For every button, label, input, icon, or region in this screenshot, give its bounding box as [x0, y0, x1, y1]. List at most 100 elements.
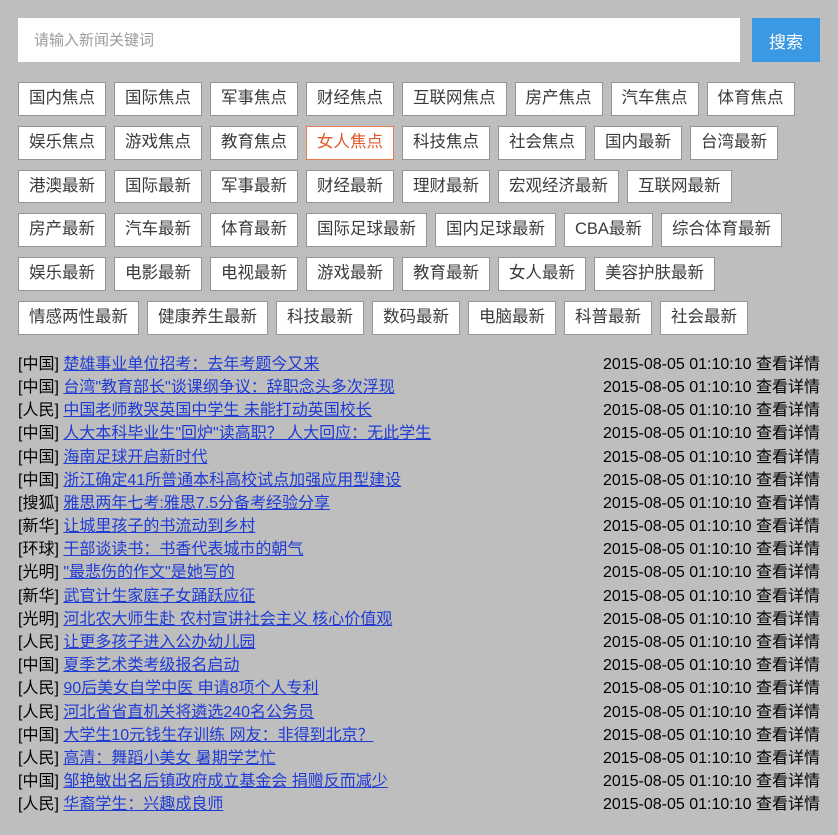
category-tag[interactable]: 宏观经济最新	[498, 170, 619, 204]
news-timestamp: 2015-08-05 01:10:10	[603, 727, 752, 744]
category-tag[interactable]: 汽车焦点	[611, 82, 699, 116]
category-tag[interactable]: 军事焦点	[210, 82, 298, 116]
news-title-link[interactable]: 海南足球开启新时代	[63, 449, 207, 466]
category-tag[interactable]: 娱乐焦点	[18, 126, 106, 160]
category-tag[interactable]: 娱乐最新	[18, 257, 106, 291]
news-title-link[interactable]: 武官计生家庭子女踊跃应征	[63, 588, 255, 605]
news-title-link[interactable]: 台湾"教育部长"谈课纲争议：辞职念头多次浮现	[63, 379, 394, 396]
news-detail-link[interactable]: 查看详情	[756, 564, 820, 581]
category-tag[interactable]: 美容护肤最新	[594, 257, 715, 291]
category-tag[interactable]: 科普最新	[564, 301, 652, 335]
news-left: [人民] 华裔学生：兴趣成良师	[18, 793, 595, 816]
category-tag[interactable]: 科技焦点	[402, 126, 490, 160]
category-tag[interactable]: 体育最新	[210, 213, 298, 247]
news-detail-link[interactable]: 查看详情	[756, 425, 820, 442]
news-detail-link[interactable]: 查看详情	[756, 727, 820, 744]
news-detail-link[interactable]: 查看详情	[756, 379, 820, 396]
news-title-link[interactable]: 夏季艺术类考级报名启动	[63, 657, 239, 674]
category-tag[interactable]: 国际焦点	[114, 82, 202, 116]
news-left: [中国] 邹艳敏出名后镇政府成立基金会 捐赠反而减少	[18, 770, 595, 793]
news-detail-link[interactable]: 查看详情	[756, 796, 820, 813]
category-tag[interactable]: 游戏焦点	[114, 126, 202, 160]
news-title-link[interactable]: 大学生10元钱生存训练 网友：非得到北京？	[63, 727, 373, 744]
news-right: 2015-08-05 01:10:10 查看详情	[595, 446, 820, 469]
category-tag[interactable]: 军事最新	[210, 170, 298, 204]
news-row: [环球] 干部谈读书：书香代表城市的朝气2015-08-05 01:10:10 …	[18, 538, 820, 561]
category-tag[interactable]: 情感两性最新	[18, 301, 139, 335]
news-title-link[interactable]: "最悲伤的作文"是她写的	[63, 564, 234, 581]
category-tag[interactable]: 国际足球最新	[306, 213, 427, 247]
news-title-link[interactable]: 干部谈读书：书香代表城市的朝气	[63, 541, 303, 558]
category-tag[interactable]: 健康养生最新	[147, 301, 268, 335]
category-tag[interactable]: 游戏最新	[306, 257, 394, 291]
news-left: [人民] 让更多孩子进入公办幼儿园	[18, 631, 595, 654]
category-tag[interactable]: CBA最新	[564, 213, 653, 247]
category-tag[interactable]: 社会焦点	[498, 126, 586, 160]
news-detail-link[interactable]: 查看详情	[756, 773, 820, 790]
news-detail-link[interactable]: 查看详情	[756, 449, 820, 466]
news-title-link[interactable]: 高清：舞蹈小美女 暑期学艺忙	[63, 750, 275, 767]
category-tag[interactable]: 互联网最新	[627, 170, 732, 204]
category-tag[interactable]: 互联网焦点	[402, 82, 507, 116]
news-title-link[interactable]: 中国老师教哭英国中学生 未能打动英国校长	[63, 402, 371, 419]
category-tag[interactable]: 女人最新	[498, 257, 586, 291]
news-detail-link[interactable]: 查看详情	[756, 356, 820, 373]
news-timestamp: 2015-08-05 01:10:10	[603, 634, 752, 651]
news-title-link[interactable]: 浙江确定41所普通本科高校试点加强应用型建设	[63, 472, 401, 489]
category-tag[interactable]: 财经焦点	[306, 82, 394, 116]
category-tag[interactable]: 财经最新	[306, 170, 394, 204]
news-detail-link[interactable]: 查看详情	[756, 402, 820, 419]
news-right: 2015-08-05 01:10:10 查看详情	[595, 585, 820, 608]
category-tag[interactable]: 教育焦点	[210, 126, 298, 160]
category-tag[interactable]: 房产焦点	[515, 82, 603, 116]
category-tag[interactable]: 电影最新	[114, 257, 202, 291]
category-tag[interactable]: 国内最新	[594, 126, 682, 160]
news-title-link[interactable]: 华裔学生：兴趣成良师	[63, 796, 223, 813]
category-tag[interactable]: 台湾最新	[690, 126, 778, 160]
news-detail-link[interactable]: 查看详情	[756, 750, 820, 767]
category-tag[interactable]: 教育最新	[402, 257, 490, 291]
category-tag[interactable]: 国内焦点	[18, 82, 106, 116]
news-detail-link[interactable]: 查看详情	[756, 680, 820, 697]
news-detail-link[interactable]: 查看详情	[756, 518, 820, 535]
news-title-link[interactable]: 让更多孩子进入公办幼儿园	[63, 634, 255, 651]
category-tag[interactable]: 电脑最新	[468, 301, 556, 335]
news-detail-link[interactable]: 查看详情	[756, 634, 820, 651]
news-title-link[interactable]: 河北农大师生赴 农村宣讲社会主义 核心价值观	[63, 611, 392, 628]
news-detail-link[interactable]: 查看详情	[756, 588, 820, 605]
news-right: 2015-08-05 01:10:10 查看详情	[595, 724, 820, 747]
news-title-link[interactable]: 楚雄事业单位招考：去年考题今又来	[63, 356, 319, 373]
news-detail-link[interactable]: 查看详情	[756, 657, 820, 674]
news-detail-link[interactable]: 查看详情	[756, 611, 820, 628]
category-tag[interactable]: 房产最新	[18, 213, 106, 247]
news-detail-link[interactable]: 查看详情	[756, 541, 820, 558]
category-tag[interactable]: 国际最新	[114, 170, 202, 204]
news-source: [中国]	[18, 379, 63, 396]
category-tag[interactable]: 体育焦点	[707, 82, 795, 116]
category-tag[interactable]: 数码最新	[372, 301, 460, 335]
category-tag[interactable]: 国内足球最新	[435, 213, 556, 247]
news-title-link[interactable]: 人大本科毕业生"回炉"读高职？ 人大回应：无此学生	[63, 425, 431, 442]
news-detail-link[interactable]: 查看详情	[756, 704, 820, 721]
category-tag[interactable]: 科技最新	[276, 301, 364, 335]
news-title-link[interactable]: 让城里孩子的书流动到乡村	[63, 518, 255, 535]
news-detail-link[interactable]: 查看详情	[756, 495, 820, 512]
category-tag[interactable]: 社会最新	[660, 301, 748, 335]
category-tag[interactable]: 港澳最新	[18, 170, 106, 204]
category-tag[interactable]: 电视最新	[210, 257, 298, 291]
news-row: [人民] 让更多孩子进入公办幼儿园 2015-08-05 01:10:10 查看详…	[18, 631, 820, 654]
search-input[interactable]	[18, 18, 740, 62]
category-tag[interactable]: 女人焦点	[306, 126, 394, 160]
category-tag[interactable]: 综合体育最新	[661, 213, 782, 247]
news-row: [中国] 邹艳敏出名后镇政府成立基金会 捐赠反而减少2015-08-05 01:…	[18, 770, 820, 793]
news-left: [中国] 人大本科毕业生"回炉"读高职？ 人大回应：无此学生	[18, 422, 595, 445]
category-tag[interactable]: 汽车最新	[114, 213, 202, 247]
news-title-link[interactable]: 邹艳敏出名后镇政府成立基金会 捐赠反而减少	[63, 773, 387, 790]
news-row: [新华] 让城里孩子的书流动到乡村2015-08-05 01:10:10 查看详…	[18, 515, 820, 538]
news-detail-link[interactable]: 查看详情	[756, 472, 820, 489]
news-title-link[interactable]: 雅思两年七考:雅思7.5分备考经验分享	[63, 495, 330, 512]
news-title-link[interactable]: 河北省省直机关将遴选240名公务员	[63, 704, 314, 721]
news-title-link[interactable]: 90后美女自学中医 申请8项个人专利	[63, 680, 318, 697]
search-button[interactable]: 搜索	[752, 18, 820, 62]
category-tag[interactable]: 理财最新	[402, 170, 490, 204]
